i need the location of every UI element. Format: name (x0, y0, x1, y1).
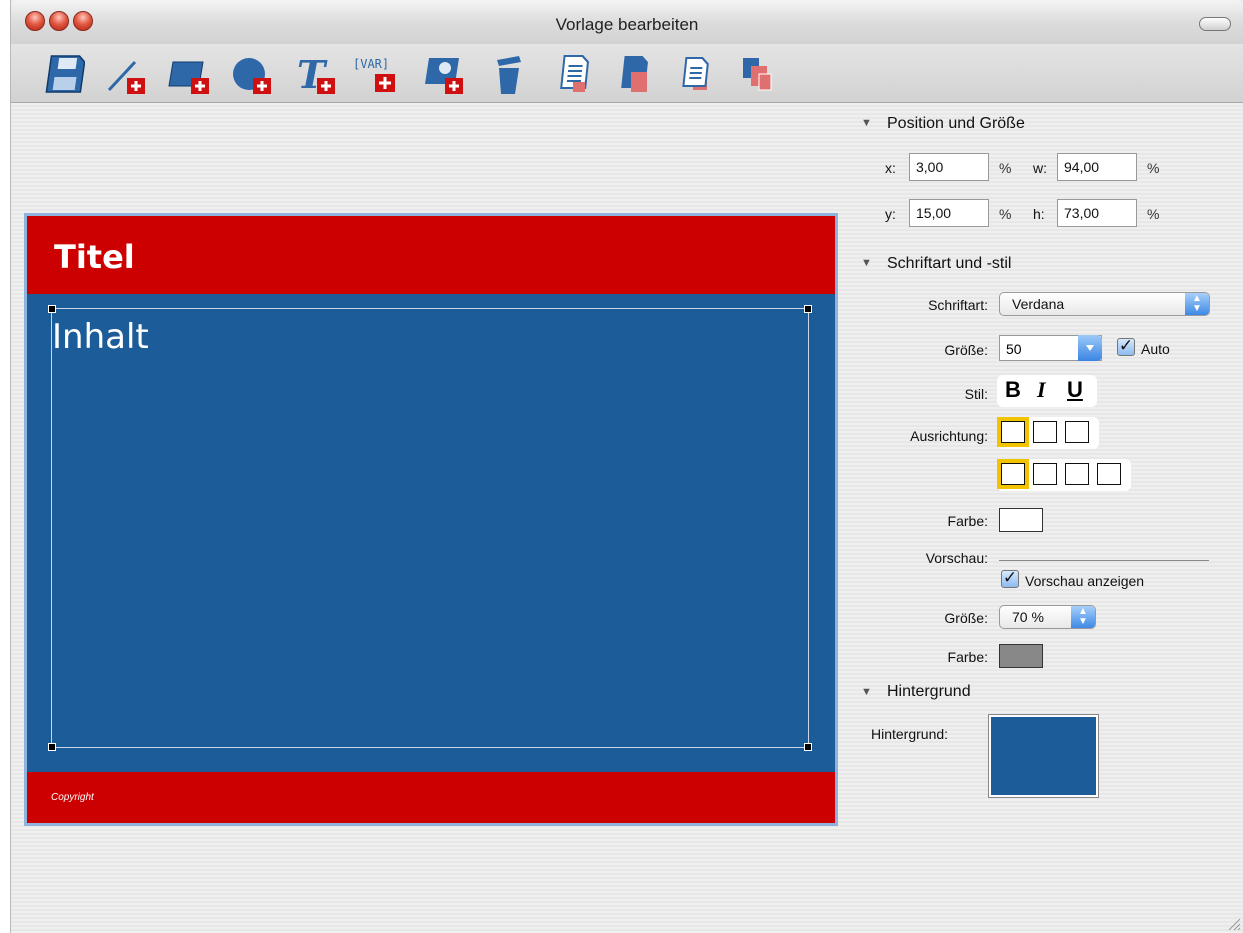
editor-area: Titel Inhalt Copyright ▼ Position und Gr… (11, 103, 1243, 933)
add-text-icon[interactable]: T (293, 52, 341, 96)
popup-arrows-icon: ▲ ▼ (1071, 606, 1095, 628)
x-label: x: (885, 160, 896, 176)
horizontal-alignment-group (997, 417, 1099, 449)
underline-button[interactable]: U (1067, 377, 1083, 403)
style-buttons: B I U (997, 375, 1097, 407)
y-field[interactable]: 15,00 (909, 199, 989, 227)
vertical-alignment-group (997, 459, 1131, 491)
dropdown-arrow-icon[interactable] (1078, 335, 1102, 361)
bold-button[interactable]: B (1005, 377, 1021, 403)
popup-arrows-icon: ▲ ▼ (1185, 293, 1209, 315)
align-center-icon[interactable] (1033, 421, 1057, 443)
resize-handle-top-left[interactable] (48, 305, 56, 313)
section-heading-background: Hintergrund (887, 683, 971, 700)
slide-content-text[interactable]: Inhalt (52, 317, 149, 357)
h-label: h: (1033, 206, 1045, 222)
size-combo[interactable]: 50 (999, 335, 1102, 361)
slide-title-text[interactable]: Titel (54, 238, 135, 276)
send-to-back-icon[interactable] (613, 52, 661, 96)
h-unit: % (1147, 206, 1160, 222)
style-label: Stil: (964, 386, 988, 402)
preview-label: Vorschau: (925, 550, 988, 566)
font-popup[interactable]: Verdana ▲ ▼ (999, 292, 1210, 316)
y-unit: % (999, 206, 1012, 222)
preview-size-label: Größe: (944, 610, 988, 626)
show-preview-label: Vorschau anzeigen (1025, 573, 1145, 589)
section-heading-font: Schriftart und -stil (887, 255, 1012, 272)
show-preview-checkbox[interactable]: ✓ (1001, 569, 1019, 588)
send-backward-icon[interactable] (737, 52, 785, 96)
content-text-box[interactable]: Inhalt (48, 305, 812, 751)
italic-button[interactable]: I (1037, 377, 1046, 403)
preview-size-popup[interactable]: 70 % ▲ ▼ (999, 605, 1096, 629)
align-left-icon[interactable] (997, 417, 1029, 447)
add-ellipse-icon[interactable] (229, 52, 277, 96)
resize-handle-top-right[interactable] (804, 305, 812, 313)
font-label: Schriftart: (928, 297, 988, 313)
x-field[interactable]: 3,00 (909, 153, 989, 181)
background-color-swatch[interactable] (988, 714, 1099, 798)
h-field[interactable]: 73,00 (1057, 199, 1137, 227)
svg-text:[VAR]: [VAR] (353, 57, 389, 71)
slide-footer-bar[interactable]: Copyright (27, 772, 835, 823)
text-color-label: Farbe: (947, 513, 988, 529)
slide-footer-text[interactable]: Copyright (51, 792, 94, 803)
preview-color-swatch[interactable] (999, 644, 1043, 668)
delete-icon[interactable] (487, 52, 535, 96)
disclosure-triangle-icon[interactable]: ▼ (861, 257, 872, 269)
align-top-icon[interactable] (997, 459, 1029, 489)
size-combo-value: 50 (1006, 341, 1022, 357)
size-label: Größe: (944, 342, 988, 358)
text-color-swatch[interactable] (999, 508, 1043, 532)
slide-canvas[interactable]: Titel Inhalt Copyright (24, 213, 838, 826)
auto-checkbox[interactable]: ✓ (1117, 337, 1135, 356)
add-rectangle-icon[interactable] (167, 52, 215, 96)
bring-to-front-icon[interactable] (551, 52, 599, 96)
window-title: Vorlage bearbeiten (555, 15, 699, 34)
preview-color-label: Farbe: (947, 649, 988, 665)
bring-forward-icon[interactable] (675, 52, 723, 96)
add-variable-icon[interactable]: [VAR] (351, 52, 399, 96)
preview-size-value: 70 % (1012, 609, 1044, 625)
section-heading-position: Position und Größe (887, 115, 1025, 132)
auto-label: Auto (1141, 341, 1170, 357)
slide-title-bar[interactable]: Titel (27, 216, 835, 294)
floppy-disk-icon[interactable] (41, 52, 89, 96)
preview-line (999, 560, 1209, 561)
align-middle-icon[interactable] (1033, 463, 1057, 485)
window: Vorlage bearbeiten T [VAR] Titel Inhalt … (10, 0, 1243, 933)
resize-grip-icon[interactable] (1225, 915, 1241, 931)
title-bar[interactable]: Vorlage bearbeiten (11, 0, 1243, 50)
add-line-icon[interactable] (105, 52, 153, 96)
add-image-icon[interactable] (421, 52, 469, 96)
x-unit: % (999, 160, 1012, 176)
disclosure-triangle-icon[interactable]: ▼ (861, 686, 872, 698)
toolbar-toggle-button[interactable] (1199, 17, 1231, 31)
alignment-label: Ausrichtung: (910, 428, 988, 444)
disclosure-triangle-icon[interactable]: ▼ (861, 117, 872, 129)
align-middle-alt-icon[interactable] (1065, 463, 1089, 485)
w-field[interactable]: 94,00 (1057, 153, 1137, 181)
resize-handle-bottom-left[interactable] (48, 743, 56, 751)
w-label: w: (1033, 160, 1047, 176)
w-unit: % (1147, 160, 1160, 176)
y-label: y: (885, 206, 896, 222)
background-label: Hintergrund: (871, 726, 949, 742)
align-right-icon[interactable] (1065, 421, 1089, 443)
align-bottom-icon[interactable] (1097, 463, 1121, 485)
resize-handle-bottom-right[interactable] (804, 743, 812, 751)
toolbar: T [VAR] (11, 44, 1243, 103)
font-popup-value: Verdana (1012, 296, 1065, 312)
